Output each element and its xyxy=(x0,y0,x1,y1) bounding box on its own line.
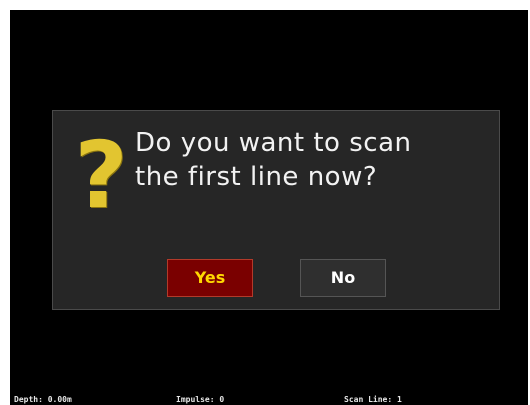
question-mark-icon: ? xyxy=(74,122,128,229)
depth-readout: Depth: 0.00m xyxy=(14,395,72,404)
yes-button[interactable]: Yes xyxy=(167,259,253,297)
no-button[interactable]: No xyxy=(300,259,386,297)
status-bar: Depth: 0.00m Impulse: 0 Scan Line: 1 xyxy=(10,395,528,405)
dialog-message: Do you want to scan the first line now? xyxy=(135,126,465,194)
scan-line-readout: Scan Line: 1 xyxy=(344,395,402,404)
dialog-message-line-2: the first line now? xyxy=(135,162,378,192)
dialog-message-line-1: Do you want to scan xyxy=(135,128,412,158)
impulse-readout: Impulse: 0 xyxy=(176,395,225,404)
